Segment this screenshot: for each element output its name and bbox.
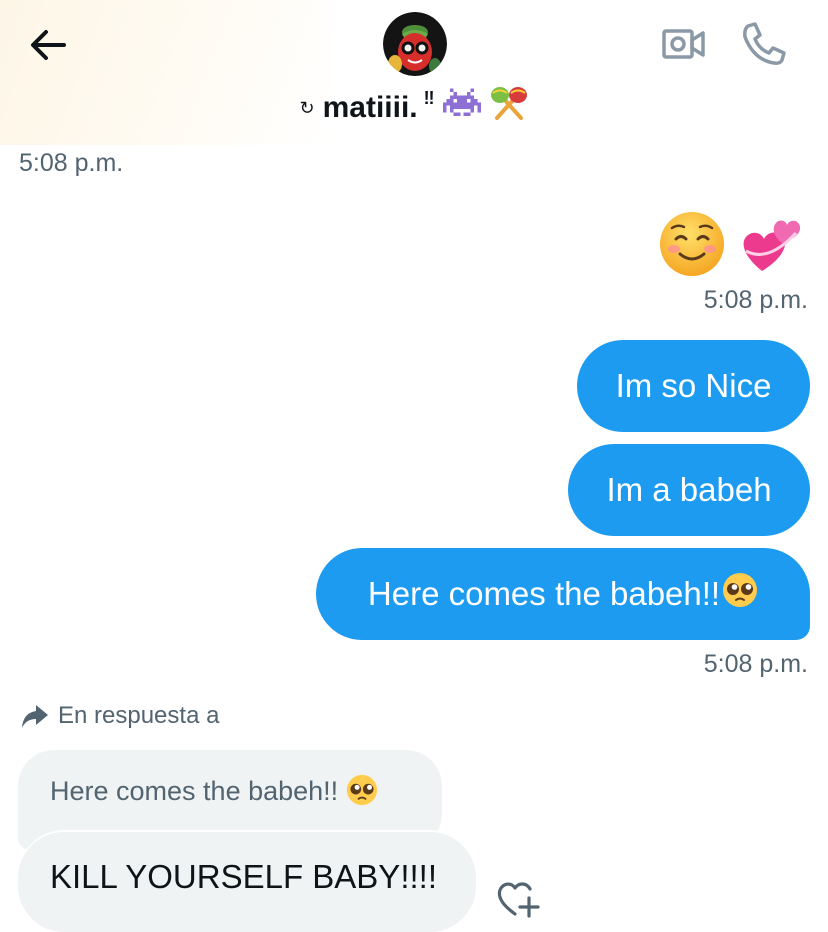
phone-call-icon xyxy=(743,22,786,65)
sent-message-bubble[interactable]: Im a babeh xyxy=(568,444,810,536)
message-text: Here comes the babeh!! xyxy=(367,575,721,612)
heart-plus-icon xyxy=(497,882,540,918)
pleading-face-emoji-icon xyxy=(346,774,378,813)
reply-indicator: En respuesta a xyxy=(20,702,219,730)
add-reaction-button[interactable] xyxy=(495,876,541,918)
name-prefix-symbol: ↻ xyxy=(299,97,315,118)
quoted-text: Here comes the babeh!! xyxy=(50,776,339,806)
back-arrow-icon xyxy=(31,30,66,60)
back-button[interactable] xyxy=(26,22,72,68)
video-call-icon xyxy=(662,29,705,59)
reply-arrow-icon xyxy=(22,705,48,728)
sent-message-bubble[interactable]: Im so Nice xyxy=(577,340,810,432)
contact-name-header[interactable]: ↻ matiiii. ‼ xyxy=(0,87,828,128)
phone-call-button[interactable] xyxy=(738,20,788,68)
sent-message-bubble[interactable]: Here comes the babeh!! xyxy=(316,548,810,640)
contact-name: matiiii. xyxy=(322,91,418,124)
name-suffix-symbol: ‼ xyxy=(423,87,435,108)
message-text: Im so Nice xyxy=(615,367,772,404)
pleading-face-emoji-icon xyxy=(722,572,758,616)
message-timestamp: 5:08 p.m. xyxy=(19,149,124,177)
revolving-hearts-emoji-icon xyxy=(738,211,804,292)
avatar-image xyxy=(383,12,447,76)
video-call-button[interactable] xyxy=(660,22,708,66)
message-text: Im a babeh xyxy=(606,471,772,508)
maracas-emoji-icon xyxy=(489,84,529,132)
received-message-bubble[interactable]: KILL YOURSELF BABY!!!! xyxy=(18,832,476,932)
reply-label-text: En respuesta a xyxy=(58,702,220,729)
message-text: KILL YOURSELF BABY!!!! xyxy=(50,858,437,895)
contact-avatar[interactable] xyxy=(383,12,447,76)
message-timestamp: 5:08 p.m. xyxy=(703,650,808,678)
sent-emoji-message[interactable] xyxy=(658,210,804,293)
smiling-face-emoji-icon xyxy=(658,210,726,293)
alien-monster-emoji-icon xyxy=(442,88,481,128)
message-timestamp: 5:08 p.m. xyxy=(703,286,808,314)
